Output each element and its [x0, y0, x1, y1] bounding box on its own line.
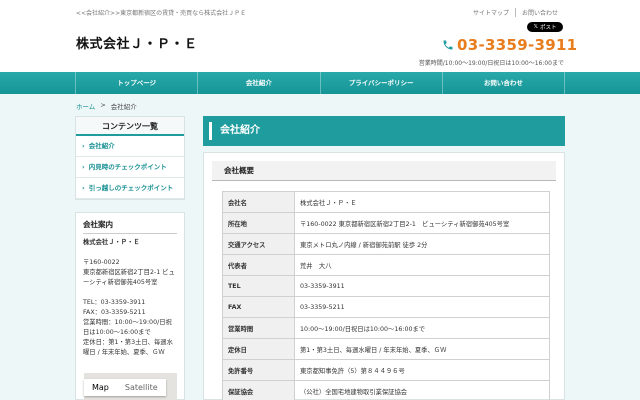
table-row: 交通アクセス 東京メトロ丸ノ内線 / 新宿御苑前駅 徒歩 2分 — [222, 233, 550, 255]
business-hours: 営業時間/10:00〜19:00/日祝日は10:00〜16:00まで — [418, 60, 564, 67]
row-value: 03-3359-5211 — [294, 296, 550, 318]
section-heading: 会社概要 — [212, 161, 556, 181]
main-content: 会社紹介 会社概要 会社名 株式会社Ｊ・Ｐ・Ｅ 所在地 〒160-0022 東京都新宿… — [203, 116, 565, 400]
row-value: 03-3359-3911 — [294, 275, 550, 297]
contents-menu: コンテンツ一覧 会社紹介 内見時のチェックポイント 引っ越しのチェックポイント — [75, 116, 185, 200]
company-overview-panel: 会社概要 会社名 株式会社Ｊ・Ｐ・Ｅ 所在地 〒160-0022 東京都新宿区新宿2丁… — [203, 152, 565, 400]
row-label: FAX — [222, 296, 295, 318]
map-tab-satellite[interactable]: Satellite — [117, 379, 166, 396]
phone-block: 03-3359-3911 — [442, 36, 577, 54]
main-nav: トップページ 会社紹介 プライバシーポリシー お問い合わせ — [0, 72, 640, 94]
row-label: 交通アクセス — [222, 233, 295, 255]
row-value: （公社）全国宅地建物取引業保証協会 — [294, 380, 550, 400]
company-info-table: 会社名 株式会社Ｊ・Ｐ・Ｅ 所在地 〒160-0022 東京都新宿区新宿2丁目2-1 … — [222, 191, 550, 400]
nav-contact[interactable]: お問い合わせ — [441, 72, 565, 94]
table-row: 保証協会 （公社）全国宅地建物取引業保証協会 — [222, 380, 550, 400]
info-company-name: 株式会社Ｊ・Ｐ・Ｅ — [83, 239, 140, 246]
header: <<会社紹介>>東京都新宿区の賃貸・売買なら株式会社ＪＰＥ サイトマップ お問い… — [0, 0, 640, 72]
row-value: 〒160-0022 東京都新宿区新宿2丁目2-1 ビューシティ新宿御苑405号室 — [294, 212, 550, 234]
google-map[interactable]: Map Satellite — [84, 373, 177, 400]
page-title: 会社紹介 — [203, 116, 565, 146]
row-label: 定休日 — [222, 338, 295, 360]
company-info-box: 会社案内 株式会社Ｊ・Ｐ・Ｅ 〒160-0022 東京都新宿区新宿2丁目2-1 … — [75, 212, 185, 400]
row-value: 荒井 大八 — [294, 254, 550, 276]
table-row: 定休日 第1・第3土日、毎週水曜日 / 年末年始、夏季、ＧＷ — [222, 338, 550, 360]
breadcrumb-current: 会社紹介 — [110, 103, 137, 111]
header-tagline: <<会社紹介>>東京都新宿区の賃貸・売買なら株式会社ＪＰＥ — [76, 10, 247, 17]
sitemap-link[interactable]: サイトマップ — [467, 8, 515, 17]
table-row: 代表者 荒井 大八 — [222, 254, 550, 276]
row-value: 第1・第3土日、毎週水曜日 / 年末年始、夏季、ＧＷ — [294, 338, 550, 360]
phone-number[interactable]: 03-3359-3911 — [457, 36, 577, 54]
x-post-button[interactable]: 𝕏 ポスト — [527, 22, 563, 32]
sidebar-item-company[interactable]: 会社紹介 — [76, 136, 184, 157]
row-label: 代表者 — [222, 254, 295, 276]
map-type-tabs: Map Satellite — [84, 379, 166, 396]
sidebar-item-viewing-checkpoints[interactable]: 内見時のチェックポイント — [76, 157, 184, 178]
table-row: FAX 03-3359-5211 — [222, 296, 550, 318]
contents-menu-title: コンテンツ一覧 — [76, 117, 184, 136]
row-value: 東京メトロ丸ノ内線 / 新宿御苑前駅 徒歩 2分 — [294, 233, 550, 255]
company-info-title: 会社案内 — [83, 220, 113, 229]
row-label: 免許番号 — [222, 359, 295, 381]
x-logo-icon: 𝕏 — [533, 24, 538, 30]
row-label: 会社名 — [222, 191, 295, 213]
row-label: 所在地 — [222, 212, 295, 234]
info-fax: FAX：03-3359-5211 — [83, 309, 146, 316]
table-row: 会社名 株式会社Ｊ・Ｐ・Ｅ — [222, 191, 550, 213]
sidebar-item-moving-checkpoints[interactable]: 引っ越しのチェックポイント — [76, 178, 184, 199]
info-postal: 〒160-0022 — [83, 259, 120, 266]
row-label: TEL — [222, 275, 295, 297]
row-value: 株式会社Ｊ・Ｐ・Ｅ — [294, 191, 550, 213]
breadcrumb-home[interactable]: ホーム — [76, 101, 95, 111]
breadcrumb: ホーム > 会社紹介 — [76, 101, 137, 111]
nav-company[interactable]: 会社紹介 — [197, 72, 319, 94]
company-logo-title[interactable]: 株式会社Ｊ・Ｐ・Ｅ — [76, 33, 198, 52]
nav-top-page[interactable]: トップページ — [75, 72, 197, 94]
info-tel: TEL：03-3359-3911 — [83, 299, 146, 306]
map-tab-map[interactable]: Map — [84, 379, 117, 396]
top-links: サイトマップ お問い合わせ — [467, 8, 564, 17]
table-row: 営業時間 10:00〜19:00/日祝日は10:00〜16:00まで — [222, 317, 550, 339]
info-holiday: 定休日：第1・第3土日、毎週水曜日 / 年末年始、夏季、ＧＷ — [83, 339, 173, 356]
table-row: 所在地 〒160-0022 東京都新宿区新宿2丁目2-1 ビューシティ新宿御苑40… — [222, 212, 550, 234]
row-value: 東京都知事免許（5）第８４４９６号 — [294, 359, 550, 381]
contact-link[interactable]: お問い合わせ — [514, 8, 564, 17]
phone-icon — [443, 40, 453, 50]
row-label: 営業時間 — [222, 317, 295, 339]
breadcrumb-separator: > — [100, 101, 106, 109]
table-row: 免許番号 東京都知事免許（5）第８４４９６号 — [222, 359, 550, 381]
row-value: 10:00〜19:00/日祝日は10:00〜16:00まで — [294, 317, 550, 339]
nav-privacy[interactable]: プライバシーポリシー — [319, 72, 442, 94]
row-label: 保証協会 — [222, 380, 295, 400]
info-address: 東京都新宿区新宿2丁目2-1 ビューシティ新宿御苑405号室 — [83, 269, 175, 286]
breadcrumb-bar: ホーム > 会社紹介 — [0, 94, 640, 116]
info-hours: 営業時間：10:00〜19:00/日祝日は10:00〜16:00まで — [83, 319, 172, 336]
table-row: TEL 03-3359-3911 — [222, 275, 550, 297]
